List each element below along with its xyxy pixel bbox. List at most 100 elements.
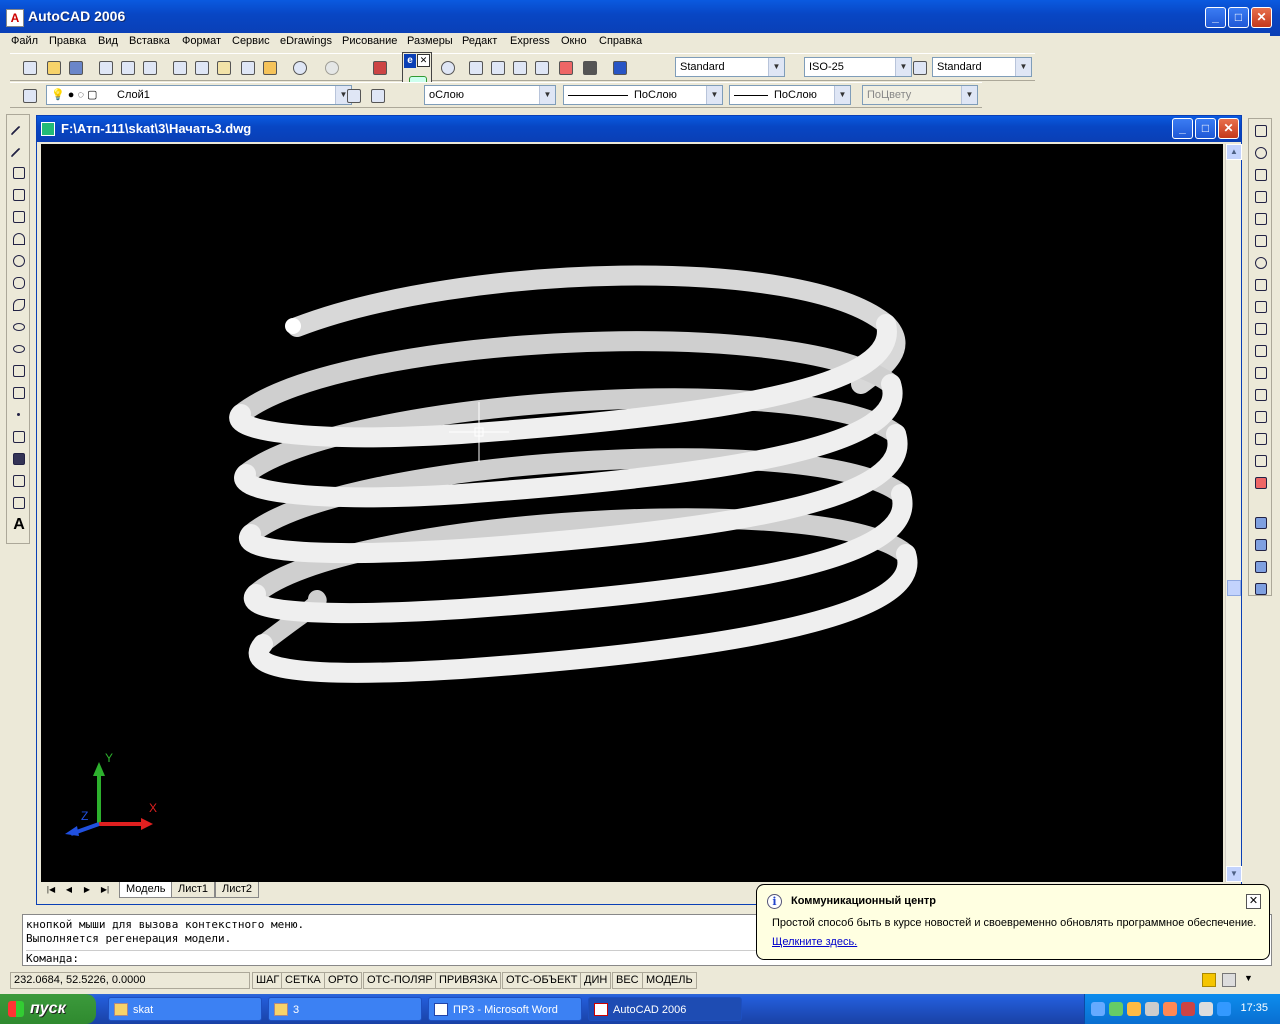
object-snap-toggle[interactable]: ПРИВЯЗКА	[435, 972, 502, 989]
close-icon[interactable]: ✕	[1246, 894, 1261, 909]
new-icon[interactable]	[20, 58, 40, 78]
task-folder-3[interactable]: 3	[268, 997, 422, 1021]
design-center-icon[interactable]	[488, 58, 508, 78]
mirror-icon[interactable]	[1251, 165, 1271, 185]
multiline-text-icon[interactable]: A	[9, 515, 29, 535]
menu-express[interactable]: Express	[510, 35, 550, 47]
gradient-icon[interactable]	[9, 449, 29, 469]
make-block-icon[interactable]	[9, 383, 29, 403]
help-icon[interactable]	[610, 58, 630, 78]
close-icon[interactable]: ✕	[417, 54, 430, 67]
paste-icon[interactable]	[214, 58, 234, 78]
language-icon[interactable]	[1217, 1002, 1231, 1016]
lineweight-toggle[interactable]: ВЕС	[612, 972, 643, 989]
tab-sheet1[interactable]: Лист1	[171, 882, 216, 898]
maximize-button[interactable]: □	[1228, 7, 1249, 28]
scale-icon[interactable]	[1251, 275, 1271, 295]
status-menu-chevron-icon[interactable]: ▼	[1244, 973, 1253, 983]
grid-toggle[interactable]: СЕТКА	[281, 972, 325, 989]
prev-tab-icon[interactable]: ◀	[61, 883, 77, 897]
tray-app-icon[interactable]	[1199, 1002, 1213, 1016]
move-icon[interactable]	[1251, 231, 1271, 251]
model-space-toggle[interactable]: МОДЕЛЬ	[642, 972, 697, 989]
text-style-select[interactable]: Standard ▼	[675, 57, 785, 77]
snap-toggle[interactable]: ШАГ	[252, 972, 284, 989]
object-snap-tracking-toggle[interactable]: ОТС-ОБЪЕКТ	[502, 972, 582, 989]
undo-icon[interactable]	[290, 58, 310, 78]
balloon-link[interactable]: Щелкните здесь.	[772, 936, 857, 948]
text-style-icon[interactable]	[650, 58, 670, 78]
menu-draw[interactable]: Рисование	[342, 35, 397, 47]
menu-dimension[interactable]: Размеры	[407, 35, 453, 47]
dynamic-input-toggle[interactable]: ДИН	[580, 972, 612, 989]
pan-realtime-icon[interactable]	[370, 58, 390, 78]
layer-manager-icon[interactable]	[20, 86, 40, 106]
markup-icon[interactable]	[556, 58, 576, 78]
communication-center-icon[interactable]	[1202, 973, 1216, 987]
lineweight-select[interactable]: ПоСлою ▼	[729, 85, 851, 105]
drawing-file-icon[interactable]	[41, 122, 55, 136]
menu-window[interactable]: Окно	[561, 35, 587, 47]
last-tab-icon[interactable]: ▶|	[97, 883, 113, 897]
toolbar-lock-icon[interactable]	[1222, 973, 1236, 987]
open-icon[interactable]	[44, 58, 64, 78]
task-autocad[interactable]: AutoCAD 2006	[588, 997, 742, 1021]
table-style-icon[interactable]	[910, 58, 930, 78]
task-skat[interactable]: skat	[108, 997, 262, 1021]
cut-icon[interactable]	[170, 58, 190, 78]
tray-app-icon[interactable]	[1145, 1002, 1159, 1016]
coordinates-readout[interactable]: 232.0684, 52.5226, 0.0000	[10, 972, 250, 989]
ellipse-arc-icon[interactable]	[9, 339, 29, 359]
revision-cloud-icon[interactable]	[9, 273, 29, 293]
rectangle-icon[interactable]	[9, 207, 29, 227]
tab-sheet2[interactable]: Лист2	[215, 882, 260, 898]
draw-order-back-icon[interactable]	[1251, 535, 1271, 555]
menu-edrawings[interactable]: eDrawings	[280, 35, 332, 47]
draw-order-above-icon[interactable]	[1251, 557, 1271, 577]
scroll-thumb[interactable]	[1227, 580, 1241, 596]
layer-select[interactable]: 💡 ● ◌ ▢ Слой1 ▼	[46, 85, 352, 105]
menu-view[interactable]: Вид	[98, 35, 118, 47]
minimize-button[interactable]: _	[1205, 7, 1226, 28]
table-icon[interactable]	[9, 493, 29, 513]
sheet-set-icon[interactable]	[532, 58, 552, 78]
next-tab-icon[interactable]: ▶	[79, 883, 95, 897]
dim-style-icon[interactable]	[782, 58, 802, 78]
polyline-icon[interactable]	[9, 163, 29, 183]
construction-line-icon[interactable]	[9, 141, 29, 165]
tab-model[interactable]: Модель	[119, 882, 173, 898]
menu-format[interactable]: Формат	[182, 35, 221, 47]
region-icon[interactable]	[9, 471, 29, 491]
fillet-icon[interactable]	[1251, 451, 1271, 471]
stretch-icon[interactable]	[1251, 297, 1271, 317]
tray-app-icon[interactable]	[1109, 1002, 1123, 1016]
rotate-icon[interactable]	[1251, 253, 1271, 273]
close-button[interactable]: ✕	[1251, 7, 1272, 28]
table-style-select[interactable]: Standard ▼	[932, 57, 1032, 77]
menu-insert[interactable]: Вставка	[129, 35, 170, 47]
menu-modify[interactable]: Редакт	[462, 35, 497, 47]
menu-file[interactable]: Файл	[11, 35, 38, 47]
model-viewport[interactable]: Y X Z	[41, 144, 1223, 882]
ortho-toggle[interactable]: ОРТО	[324, 972, 363, 989]
vertical-scrollbar[interactable]: ▲ ▼	[1225, 144, 1242, 882]
dim-style-select[interactable]: ISO-25 ▼	[804, 57, 912, 77]
line-icon[interactable]	[9, 119, 29, 143]
array-icon[interactable]	[1251, 209, 1271, 229]
explode-icon[interactable]	[1251, 473, 1271, 493]
layer-previous-icon[interactable]	[368, 86, 388, 106]
scroll-down-icon[interactable]: ▼	[1226, 866, 1242, 882]
match-properties-icon[interactable]	[238, 58, 258, 78]
properties-icon[interactable]	[466, 58, 486, 78]
network-icon[interactable]	[1091, 1002, 1105, 1016]
tray-app-icon[interactable]	[1127, 1002, 1141, 1016]
arc-icon[interactable]	[9, 229, 29, 249]
join-icon[interactable]	[1251, 407, 1271, 427]
linetype-select[interactable]: ПоСлою ▼	[563, 85, 723, 105]
scroll-up-icon[interactable]: ▲	[1226, 144, 1242, 160]
ellipse-icon[interactable]	[9, 317, 29, 337]
menu-help[interactable]: Справка	[599, 35, 642, 47]
point-icon[interactable]	[9, 405, 29, 425]
publish-icon[interactable]	[140, 58, 160, 78]
hatch-icon[interactable]	[9, 427, 29, 447]
